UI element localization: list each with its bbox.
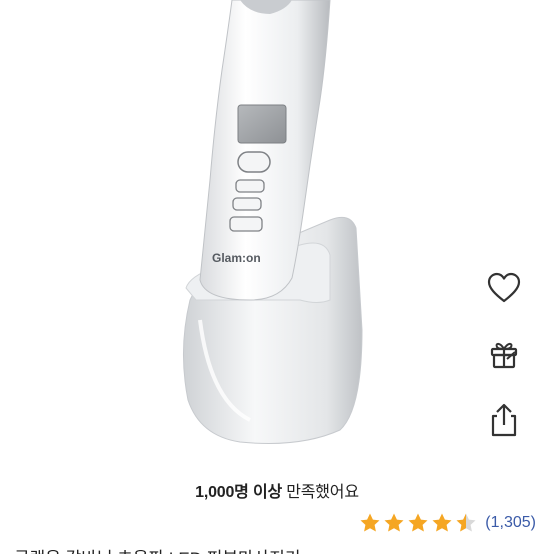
lcd-screen: [237, 104, 287, 144]
product-title: 글램온 갈바닉 초음파 LED 피부마사지기: [0, 544, 554, 554]
share-icon: [491, 403, 517, 437]
product-detail-page: Glam:on 1,000명 이상 만족했어요 (1,305): [0, 0, 554, 554]
rating-row[interactable]: (1,305): [359, 512, 536, 534]
product-image[interactable]: Glam:on: [0, 0, 554, 470]
star-icon: [384, 513, 404, 532]
gift-button[interactable]: [484, 334, 524, 374]
satisfaction-text: 1,000명 이상 만족했어요: [0, 478, 554, 502]
review-count-link[interactable]: (1,305): [485, 514, 536, 532]
satisfaction-count: 1,000명 이상: [195, 484, 282, 501]
brand-logo: Glam:on: [212, 251, 261, 265]
satisfaction-suffix: 만족했어요: [282, 484, 359, 501]
power-button: [237, 151, 271, 173]
heart-icon: [487, 272, 521, 303]
star-icon: [408, 513, 428, 532]
mode-button-3: [229, 216, 263, 232]
mode-button-1: [235, 179, 265, 193]
mode-button-2: [232, 197, 262, 211]
star-rating: [359, 512, 477, 534]
star-icon: [432, 513, 452, 532]
massager-device-illustration: Glam:on: [182, 0, 363, 444]
star-icon: [360, 513, 380, 532]
star-icon: [456, 513, 476, 532]
share-button[interactable]: [484, 400, 524, 440]
gift-icon: [490, 342, 518, 369]
wishlist-button[interactable]: [484, 268, 524, 308]
